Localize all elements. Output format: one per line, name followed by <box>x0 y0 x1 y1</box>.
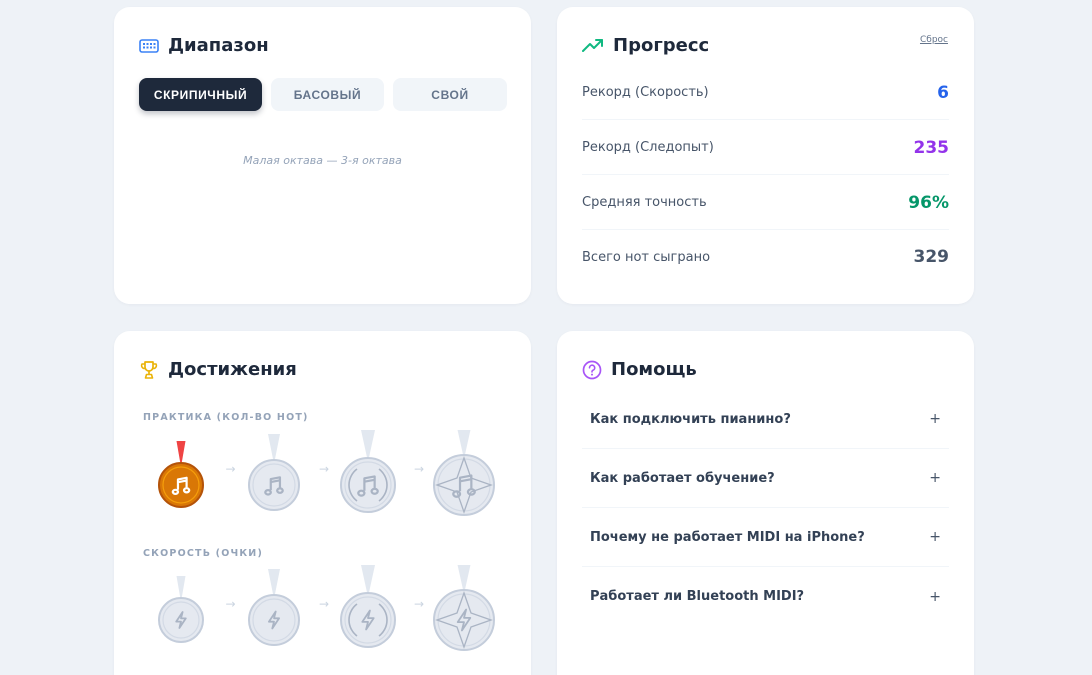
stat-value: 235 <box>913 137 950 158</box>
medal-disc <box>433 454 495 516</box>
medal-locked[interactable] <box>248 434 300 511</box>
stat-row: Рекорд (Следопыт) 235 <box>582 121 949 175</box>
faq-question: Как подключить пианино? <box>590 411 791 427</box>
question-circle-icon <box>582 360 602 380</box>
stat-value: 96% <box>908 192 949 213</box>
achievements-card: Достижения ПРАКТИКА (КОЛ-ВО НОТ) → → → СКО… <box>114 331 531 675</box>
medal-disc <box>248 594 300 646</box>
expand-plus-icon[interactable]: + <box>929 589 941 605</box>
arrow-right-icon: → <box>414 597 424 611</box>
help-header: Помощь <box>582 359 697 380</box>
expand-plus-icon[interactable]: + <box>929 529 941 545</box>
arrow-right-icon: → <box>319 462 329 476</box>
medal-locked[interactable] <box>340 430 396 513</box>
help-title: Помощь <box>611 359 697 380</box>
medal-disc <box>158 462 204 508</box>
range-title: Диапазон <box>168 35 269 56</box>
stat-value: 6 <box>937 82 949 103</box>
achievements-title: Достижения <box>168 359 297 380</box>
clef-bass-button[interactable]: БАСОВЫЙ <box>271 78 384 111</box>
faq-question: Как работает обучение? <box>590 470 775 486</box>
achievement-medals: → → → <box>158 565 495 651</box>
stat-label: Рекорд (Следопыт) <box>582 140 714 155</box>
medal-locked[interactable] <box>340 565 396 648</box>
medal-locked[interactable] <box>158 576 204 643</box>
medal-unlocked[interactable] <box>158 441 204 508</box>
achievement-group-label: ПРАКТИКА (КОЛ-ВО НОТ) <box>143 412 309 423</box>
stat-label: Средняя точность <box>582 195 707 210</box>
keyboard-icon <box>139 38 159 54</box>
trophy-icon <box>139 360 159 380</box>
trending-up-icon <box>582 38 604 54</box>
medal-locked[interactable] <box>248 569 300 646</box>
arrow-right-icon: → <box>226 597 236 611</box>
clef-selector: СКРИПИЧНЫЙ БАСОВЫЙ СВОЙ <box>139 78 507 111</box>
progress-title: Прогресс <box>613 35 710 56</box>
expand-plus-icon[interactable]: + <box>929 470 941 486</box>
reset-link[interactable]: Сброс <box>920 35 948 45</box>
arrow-right-icon: → <box>226 462 236 476</box>
achievements-header: Достижения <box>139 359 297 380</box>
faq-item[interactable]: Как работает обучение? + <box>582 449 949 508</box>
medal-disc <box>158 597 204 643</box>
arrow-right-icon: → <box>319 597 329 611</box>
faq-item[interactable]: Работает ли Bluetooth MIDI? + <box>582 567 949 626</box>
faq-question: Работает ли Bluetooth MIDI? <box>590 589 805 604</box>
faq-item[interactable]: Почему не работает MIDI на iPhone? + <box>582 508 949 567</box>
stat-row: Всего нот сыграно 329 <box>582 230 949 284</box>
faq-question: Почему не работает MIDI на iPhone? <box>590 529 865 545</box>
medal-locked[interactable] <box>433 430 495 516</box>
achievement-medals: → → → <box>158 430 495 516</box>
arrow-right-icon: → <box>414 462 424 476</box>
medal-disc <box>433 589 495 651</box>
faq-item[interactable]: Как подключить пианино? + <box>582 390 949 449</box>
achievement-group-label: СКОРОСТЬ (ОЧКИ) <box>143 548 264 559</box>
expand-plus-icon[interactable]: + <box>929 411 941 427</box>
stat-label: Рекорд (Скорость) <box>582 85 709 100</box>
medal-disc <box>248 459 300 511</box>
help-card: Помощь Как подключить пианино? + Как раб… <box>557 331 974 675</box>
clef-custom-button[interactable]: СВОЙ <box>393 78 507 111</box>
progress-card: Прогресс Сброс Рекорд (Скорость) 6 Рекор… <box>557 7 974 304</box>
stat-row: Средняя точность 96% <box>582 176 949 230</box>
range-caption: Малая октава — 3-я октава <box>243 154 402 167</box>
progress-header: Прогресс <box>582 35 709 56</box>
stat-row: Рекорд (Скорость) 6 <box>582 66 949 120</box>
range-header: Диапазон <box>139 35 269 56</box>
stat-label: Всего нот сыграно <box>582 249 711 265</box>
range-card: Диапазон СКРИПИЧНЫЙ БАСОВЫЙ СВОЙ Малая о… <box>114 7 531 304</box>
stat-value: 329 <box>913 247 950 267</box>
medal-locked[interactable] <box>433 565 495 651</box>
clef-treble-button[interactable]: СКРИПИЧНЫЙ <box>139 78 262 111</box>
